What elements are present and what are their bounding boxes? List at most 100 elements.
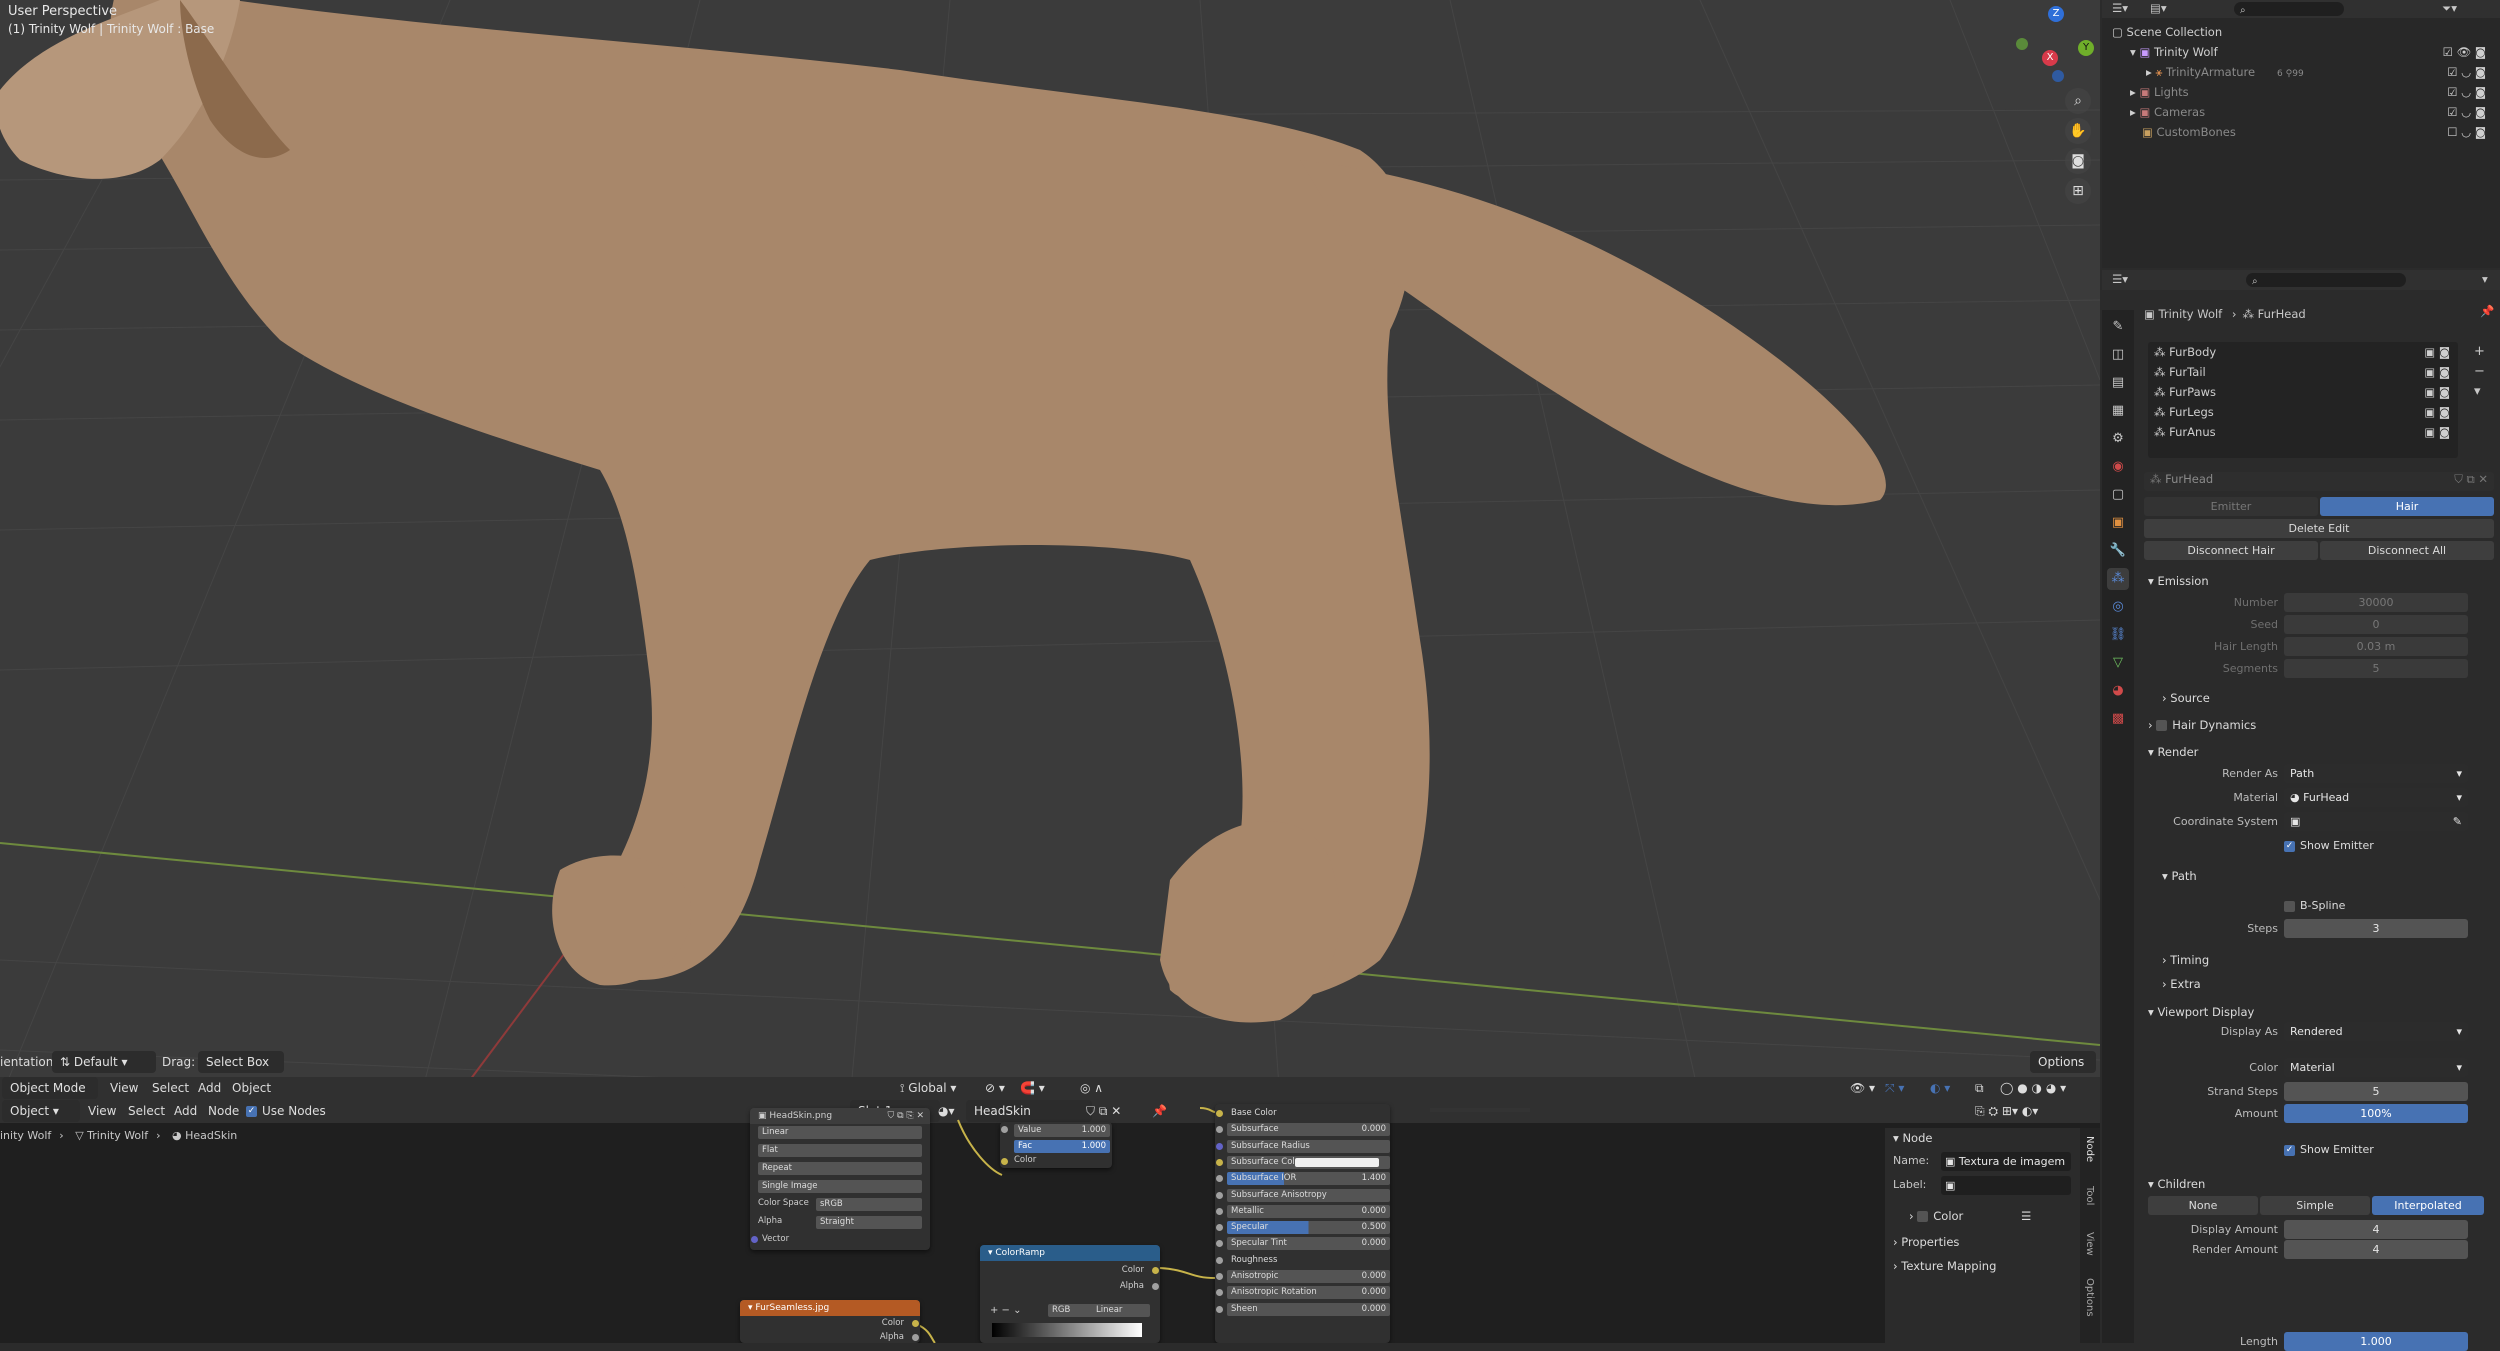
value-field[interactable]: Value 1.000 (1014, 1124, 1110, 1137)
color-dropdown[interactable]: Material ▾ (2284, 1058, 2468, 1077)
bsdf-input-row[interactable]: Specular 0.500 (1215, 1220, 1390, 1235)
delete-edit-button[interactable]: Delete Edit (2144, 519, 2494, 538)
visibility-icons[interactable]: ☑ ◡ ◙ (2447, 62, 2486, 82)
material-tab-icon[interactable]: ◕ (2107, 680, 2129, 702)
bsdf-input-row[interactable]: Roughness (1215, 1253, 1390, 1268)
node-title[interactable]: ▾ FurSeamless.jpg (740, 1300, 920, 1316)
gizmo-neg-y[interactable] (2016, 38, 2028, 50)
object-tab-icon[interactable]: ▣ (2107, 512, 2129, 534)
timing-subpanel[interactable]: › Timing (2162, 950, 2209, 970)
bsdf-input-row[interactable]: Specular Tint 0.000 (1215, 1236, 1390, 1251)
output-tab-icon[interactable]: ▤ (2107, 372, 2129, 394)
bspline-option[interactable]: B-Spline (2284, 896, 2345, 916)
list-controls[interactable]: + − ▾ (2474, 342, 2485, 402)
segments-field[interactable]: 5 (2284, 659, 2468, 678)
bsdf-input-field[interactable]: Specular 0.500 (1227, 1221, 1390, 1235)
node-color-panel[interactable]: › Color ☰ (1909, 1206, 2031, 1226)
bsdf-input-field[interactable]: Metallic 0.000 (1227, 1204, 1390, 1218)
menu-object[interactable]: Object (232, 1077, 271, 1099)
overlays-icon[interactable]: ◐ ▾ (1930, 1077, 1950, 1099)
show-emitter-checkbox[interactable]: ✓ (2284, 840, 2295, 852)
eyedropper-icon[interactable]: ✎ (2453, 812, 2462, 831)
render-tab-icon[interactable]: ◫ (2107, 344, 2129, 366)
show-emitter-render[interactable]: ✓ Show Emitter (2284, 836, 2374, 856)
children-panel-header[interactable]: ▾ Children (2148, 1174, 2205, 1194)
orientation-dropdown[interactable]: ⇅ Default ▾ (52, 1051, 156, 1073)
seed-field[interactable]: 0 (2284, 615, 2468, 634)
bspline-checkbox[interactable] (2284, 900, 2295, 912)
colorramp-node[interactable]: ▾ ColorRamp Color Alpha + − ⌄ RGB Linear (980, 1245, 1160, 1343)
outliner-item-lights[interactable]: ▸ ▣ Lights ☑ ◡ ◙ (2130, 82, 2490, 102)
pan-hand-icon[interactable]: ✋ (2065, 118, 2091, 144)
physics-tab-icon[interactable]: ◎ (2107, 596, 2129, 618)
input-socket[interactable] (1216, 1126, 1223, 1134)
vector-socket[interactable] (751, 1236, 758, 1243)
input-socket[interactable] (1216, 1224, 1223, 1232)
snap-icon[interactable]: 🧲 ▾ (1020, 1077, 1045, 1099)
hair-tab[interactable]: Hair (2320, 497, 2494, 516)
bsdf-input-field[interactable]: Base Color (1227, 1107, 1390, 1120)
outliner-search-input[interactable]: ⌕ (2234, 2, 2344, 16)
image-texture-node[interactable]: ▣ HeadSkin.png ⛉ ⧉ ⎘ ✕ Linear Flat Repeat… (750, 1108, 930, 1250)
input-socket[interactable] (1216, 1175, 1223, 1183)
color-input-socket[interactable] (1001, 1158, 1008, 1165)
disconnect-hair-button[interactable]: Disconnect Hair (2144, 541, 2318, 560)
visibility-icons[interactable]: ▣ ◙ (2424, 402, 2450, 422)
viewport-display-panel-header[interactable]: ▾ Viewport Display (2148, 1002, 2254, 1022)
tab-options[interactable]: Options (2084, 1278, 2095, 1328)
emission-panel-header[interactable]: ▾ Emission (2148, 571, 2209, 591)
color-swatch[interactable] (1295, 1157, 1379, 1167)
fac-field[interactable]: Fac 1.000 (1014, 1140, 1110, 1153)
amount-slider[interactable]: 100% (2284, 1104, 2468, 1123)
input-socket[interactable] (1216, 1305, 1223, 1313)
view-layer-tab-icon[interactable]: ▦ (2107, 400, 2129, 422)
outliner-item-armature[interactable]: ▸ ⚹ TrinityArmature 6 ⚲99 ☑ ◡ ◙ (2146, 62, 2490, 82)
display-as-dropdown[interactable]: Rendered ▾ (2284, 1022, 2468, 1041)
interpolation-dropdown[interactable]: Linear (758, 1126, 922, 1139)
extension-dropdown[interactable]: Repeat (758, 1162, 922, 1175)
particle-system-list[interactable]: ⁂ FurBody ▣ ◙ ⁂ FurTail ▣ ◙ ⁂ FurPaws ▣ ◙ ⁂… (2148, 342, 2458, 458)
bsdf-input-field[interactable]: Specular Tint 0.000 (1227, 1237, 1390, 1251)
camera-icon[interactable]: ◙ (2065, 148, 2091, 174)
image-file-row[interactable]: ▣ HeadSkin.png ⛉ ⧉ ⎘ ✕ (750, 1108, 930, 1124)
strand-steps-field[interactable]: 5 (2284, 1082, 2468, 1101)
tab-node[interactable]: Node (2084, 1136, 2095, 1176)
data-tab-icon[interactable]: ▽ (2107, 652, 2129, 674)
input-socket[interactable] (1216, 1142, 1223, 1150)
projection-dropdown[interactable]: Flat (758, 1144, 922, 1157)
outliner-item-custombones[interactable]: ▣ CustomBones ☐ ◡ ◙ (2142, 122, 2490, 142)
bsdf-input-field[interactable]: Subsurface Radius (1227, 1139, 1390, 1153)
bsdf-input-row[interactable]: Subsurface Anisotropy (1215, 1188, 1390, 1203)
children-interpolated-button[interactable]: Interpolated (2372, 1196, 2484, 1215)
menu-select[interactable]: Select (152, 1077, 189, 1099)
bsdf-input-field[interactable]: Sheen 0.000 (1227, 1302, 1390, 1316)
bsdf-input-row[interactable]: Subsurface IOR 1.400 (1215, 1171, 1390, 1186)
bsdf-input-row[interactable]: Subsurface Col... (1215, 1155, 1390, 1170)
shading-modes[interactable]: ◯ ● ◑ ◕ ▾ (2000, 1077, 2066, 1099)
render-as-dropdown[interactable]: Path ▾ (2284, 764, 2468, 783)
texture-mapping-panel[interactable]: › Texture Mapping (1893, 1256, 1996, 1276)
constraints-tab-icon[interactable]: ⛓ (2107, 624, 2129, 646)
steps-field[interactable]: 3 (2284, 919, 2468, 938)
color-space-dropdown[interactable]: sRGB (816, 1198, 922, 1211)
node-color-checkbox[interactable] (1917, 1211, 1929, 1222)
value-socket[interactable] (1001, 1126, 1008, 1133)
zoom-icon[interactable]: ⌕ (2065, 88, 2091, 114)
input-socket[interactable] (1216, 1256, 1223, 1264)
properties-search-input[interactable]: ⌕ (2246, 273, 2406, 287)
options-dropdown[interactable]: Options ▾ (2030, 1051, 2096, 1091)
coordinate-system-field[interactable]: ▣ ✎ (2284, 812, 2468, 831)
outliner[interactable]: ☰▾ ▤▾ ⌕ ⏷▾ ▢ Scene Collection ▾ ▣ Trinit… (2102, 0, 2500, 268)
visibility-icons[interactable]: ☐ ◡ ◙ (2447, 122, 2486, 142)
hair-length-field[interactable]: 0.03 m (2284, 637, 2468, 656)
source-subpanel[interactable]: › Source (2162, 688, 2210, 708)
properties-editor[interactable]: ☰▾ ⌕ ▾ ✎ ◫ ▤ ▦ ⚙ ◉ ▢ ▣ 🔧 ⁂ ◎ ⛓ ▽ ◕ ▩ ▣ T… (2102, 270, 2500, 1351)
bsdf-input-field[interactable]: Subsurface Anisotropy (1227, 1188, 1390, 1202)
color-output-socket[interactable] (912, 1320, 919, 1327)
bsdf-input-field[interactable]: Subsurface 0.000 (1227, 1123, 1390, 1137)
path-subpanel[interactable]: ▾ Path (2162, 866, 2197, 886)
ramp-interpolation[interactable]: Linear (1092, 1304, 1150, 1317)
world-tab-icon[interactable]: ◉ (2107, 456, 2129, 478)
visibility-icons[interactable]: ▣ ◙ (2424, 362, 2450, 382)
hair-dynamics-panel[interactable]: › Hair Dynamics (2148, 715, 2256, 735)
